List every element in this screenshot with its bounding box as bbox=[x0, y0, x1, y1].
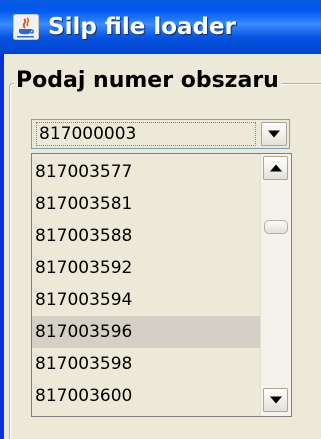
list-item[interactable]: 817003588 bbox=[32, 220, 260, 252]
chevron-down-icon bbox=[268, 130, 280, 138]
scroll-thumb[interactable] bbox=[264, 220, 288, 234]
combobox-selected-value: 817000003 bbox=[36, 122, 256, 146]
list-item[interactable]: 817003577 bbox=[32, 156, 260, 188]
java-icon bbox=[13, 14, 39, 40]
list-item[interactable]: 817003581 bbox=[32, 188, 260, 220]
list-item[interactable]: 817003600 bbox=[32, 380, 260, 412]
title-bar[interactable]: Silp file loader bbox=[0, 0, 321, 54]
chevron-down-icon bbox=[269, 396, 282, 404]
combobox-dropdown-button[interactable] bbox=[261, 122, 287, 146]
area-number-combobox[interactable]: 817000003 bbox=[31, 119, 290, 149]
list-item[interactable]: 817003594 bbox=[32, 284, 260, 316]
scroll-down-button[interactable] bbox=[263, 388, 288, 412]
list-item[interactable]: 817003598 bbox=[32, 348, 260, 380]
list-item-selected[interactable]: 817003596 bbox=[32, 316, 260, 348]
window-frame-left bbox=[0, 54, 4, 439]
area-number-list[interactable]: 817003577 817003581 817003588 817003592 … bbox=[31, 153, 292, 417]
group-title: Podaj numer obszaru bbox=[14, 66, 281, 96]
list-scrollbar[interactable] bbox=[260, 154, 291, 416]
chevron-up-icon bbox=[269, 164, 282, 172]
window-title: Silp file loader bbox=[48, 14, 236, 40]
scroll-up-button[interactable] bbox=[263, 156, 288, 180]
list-item[interactable]: 817003592 bbox=[32, 252, 260, 284]
